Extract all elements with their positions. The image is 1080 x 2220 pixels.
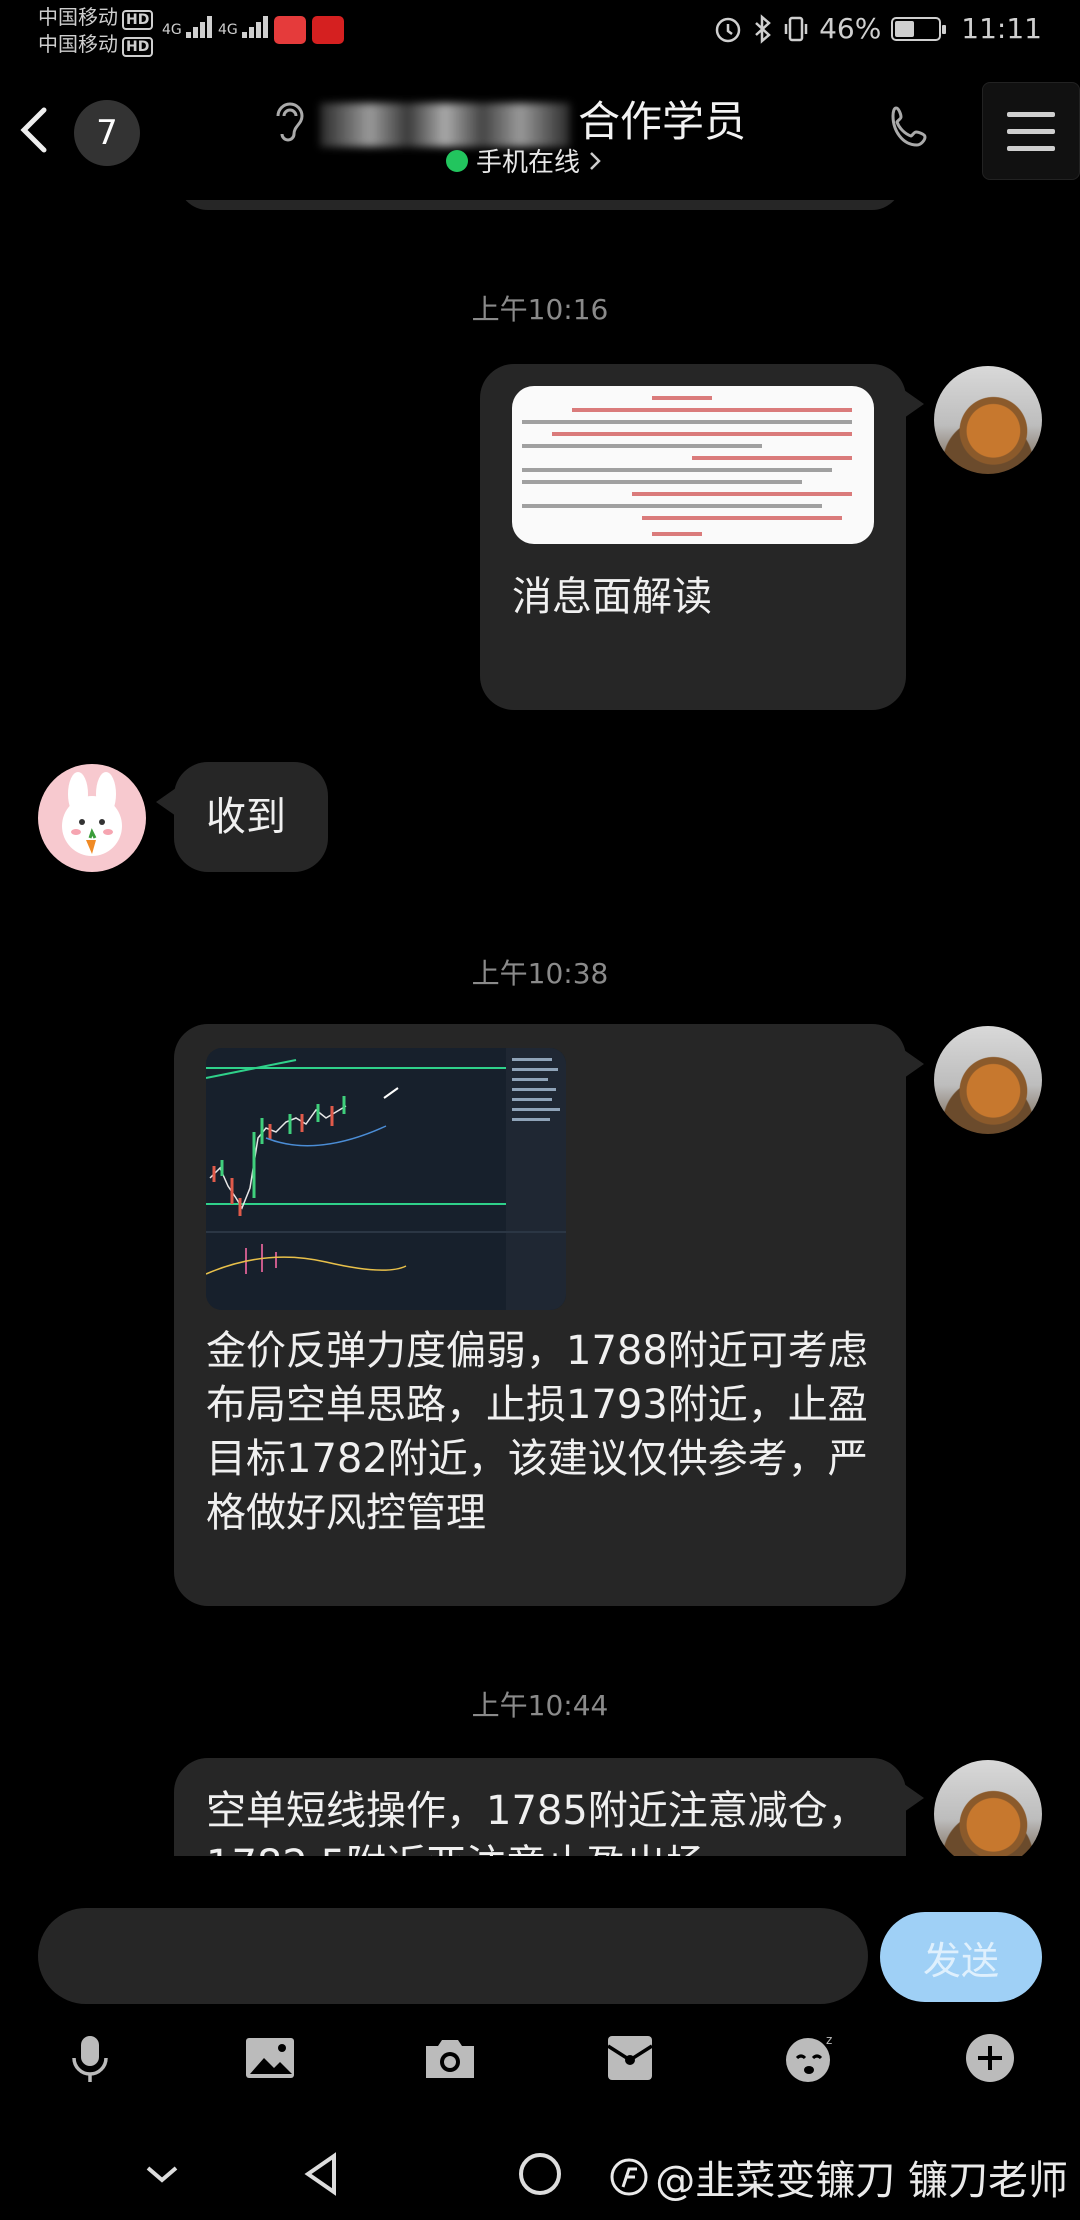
clock: 11:11: [961, 12, 1042, 45]
triangle-back-icon: [304, 2152, 336, 2196]
contact-avatar[interactable]: [38, 764, 146, 872]
message-bubble[interactable]: 消息面解读: [480, 364, 924, 710]
bunny-avatar-icon: [62, 772, 122, 856]
carrier-1-label: 中国移动: [38, 5, 118, 29]
message-bubble[interactable]: 空单短线操作，1785附近注意减仓，1782.5附近亚注意止盈出场: [174, 1758, 924, 1856]
home-nav-button[interactable]: [510, 2144, 570, 2204]
phone-call-icon[interactable]: [884, 102, 936, 154]
notification-app-icon: [274, 16, 306, 44]
system-nav-bar: @韭菜变镰刀 镰刀老师: [0, 2120, 1080, 2220]
previous-message-bubble: [178, 200, 902, 210]
composer-toolbar: z: [0, 2020, 1080, 2100]
circle-home-icon: [519, 2153, 561, 2195]
online-status[interactable]: 手机在线: [446, 142, 602, 179]
collapse-nav-button[interactable]: [132, 2144, 192, 2204]
timestamp: 上午10:16: [471, 293, 609, 326]
online-status-label: 手机在线: [476, 148, 581, 178]
earpiece-mode-icon[interactable]: [270, 98, 310, 148]
composer: 发送: [0, 1888, 1080, 2008]
message-bubble[interactable]: 金价反弹力度偏弱，1788附近可考虑布局空单思路，止损1793附近，止盈目标17…: [174, 1024, 924, 1606]
message-bubble[interactable]: 收到: [156, 762, 328, 872]
microphone-icon[interactable]: [62, 2030, 118, 2086]
emoji-icon[interactable]: z: [782, 2030, 838, 2086]
network-2-label: 4G: [218, 22, 238, 38]
svg-text:z: z: [826, 2033, 832, 2047]
camera-icon[interactable]: [422, 2030, 478, 2086]
red-packet-icon[interactable]: [602, 2030, 658, 2086]
menu-button[interactable]: [982, 82, 1080, 180]
chart-screenshot: [206, 1048, 566, 1310]
message-text: 金价反弹力度偏弱，1788附近可考虑布局空单思路，止损1793附近，止盈目标17…: [206, 1328, 868, 1536]
self-avatar[interactable]: [934, 366, 1042, 474]
message-input[interactable]: [38, 1908, 868, 2004]
self-avatar[interactable]: [934, 1026, 1042, 1134]
message-text: 收到: [206, 794, 286, 840]
send-button[interactable]: 发送: [880, 1912, 1042, 2002]
network-1-label: 4G: [162, 22, 182, 38]
signal-1-icon: 4G: [162, 16, 214, 38]
back-nav-button[interactable]: [294, 2144, 354, 2204]
online-dot-icon: [446, 149, 468, 172]
message-text: 空单短线操作，1785附近注意减仓，1782.5附近亚注意止盈出场: [206, 1788, 868, 1856]
bluetooth-icon: [755, 13, 771, 44]
document-image[interactable]: [512, 386, 874, 544]
carrier-2-label: 中国移动: [38, 32, 118, 56]
message-text: 消息面解读: [512, 574, 712, 620]
menu-line: [1007, 145, 1055, 151]
unread-count-badge[interactable]: 7: [74, 100, 140, 166]
chat-header: 7 合作学员 手机在线: [0, 62, 1080, 200]
hd-badge: HD: [122, 37, 154, 57]
message-list[interactable]: 上午10:16 消息面解读 收到 上午10:38 金价反弹力度偏弱，1788附近…: [0, 200, 1080, 1856]
image-icon[interactable]: [242, 2030, 298, 2086]
toutiao-logo-icon: [610, 2158, 648, 2196]
timestamp: 上午10:44: [471, 1689, 609, 1722]
alarm-icon: [715, 17, 741, 42]
carrier-info: 中国移动 HD 中国移动 HD: [38, 4, 154, 58]
timestamp: 上午10:38: [471, 957, 609, 990]
contact-name-suffix: 合作学员: [578, 97, 747, 146]
redacted-name: [320, 102, 570, 147]
back-button[interactable]: [14, 102, 54, 158]
menu-line: [1007, 128, 1055, 134]
vibrate-icon: [784, 16, 808, 41]
watermark: @韭菜变镰刀 镰刀老师: [609, 2148, 1068, 2206]
watermark-text: @韭菜变镰刀 镰刀老师: [655, 2158, 1068, 2204]
status-bar: 中国移动 HD 中国移动 HD 4G 4G 46% 11:11: [0, 0, 1080, 62]
signal-2-icon: 4G: [218, 16, 270, 38]
chevron-left-icon: [20, 107, 47, 153]
menu-line: [1007, 111, 1055, 117]
candlestick-chart-image[interactable]: [206, 1048, 566, 1310]
notification-app-icon: [312, 16, 344, 44]
chevron-right-icon: [590, 151, 601, 170]
hd-badge: HD: [122, 10, 154, 30]
contact-name: 合作学员: [320, 88, 746, 149]
chevron-down-icon: [146, 2166, 178, 2183]
plus-icon[interactable]: [962, 2030, 1018, 2086]
battery-icon: [891, 16, 947, 41]
battery-percent: 46%: [819, 12, 882, 45]
self-avatar[interactable]: [934, 1760, 1042, 1856]
